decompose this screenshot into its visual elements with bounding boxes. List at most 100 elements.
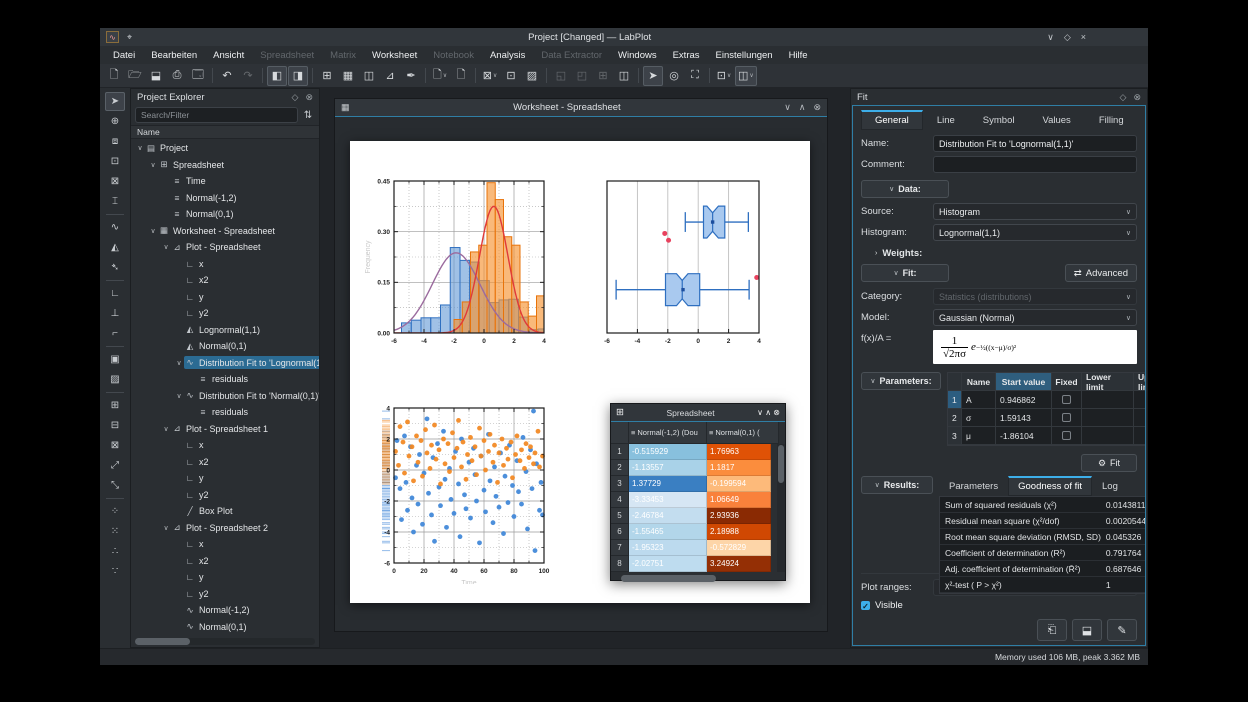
tree-item-x[interactable]: ∟x	[131, 256, 319, 273]
fixed-checkbox[interactable]	[1062, 431, 1071, 440]
add-axis-ticks-tool[interactable]: ⊥	[105, 304, 125, 323]
parameters-table[interactable]: NameStart valueFixedLower limitUpper lim…	[947, 372, 1146, 446]
cell-value[interactable]: -0.515929	[629, 444, 707, 460]
param-lower-limit[interactable]	[1082, 391, 1134, 408]
new-project-button[interactable]: 🗋	[104, 66, 124, 86]
cell-value[interactable]: -3.33453	[629, 492, 707, 508]
tab-filling[interactable]: Filling	[1085, 110, 1138, 130]
menu-worksheet[interactable]: Worksheet	[365, 48, 424, 63]
advanced-button[interactable]: ⇄Advanced	[1065, 264, 1137, 282]
menu-data-extractor[interactable]: Data Extractor	[534, 48, 609, 63]
cell-value[interactable]: 1.06649	[707, 492, 771, 508]
tab-general[interactable]: General	[861, 110, 923, 130]
tab-values[interactable]: Values	[1028, 110, 1084, 130]
layout-1-button[interactable]: ◱	[551, 66, 571, 86]
print-preview-button[interactable]: 🗔	[188, 66, 208, 86]
cell-value[interactable]: 3.24924	[707, 556, 771, 572]
param-fixed[interactable]	[1052, 427, 1082, 444]
tree-item-residuals[interactable]: ≡residuals	[131, 404, 319, 421]
subwindow-close-icon[interactable]: ⊗	[773, 408, 780, 417]
tree-item-plot-spreadsheet-1[interactable]: ∨⊿Plot - Spreadsheet 1	[131, 421, 319, 438]
add-fit-curve-tool[interactable]: ➴	[105, 258, 125, 277]
subwindow-close-icon[interactable]: ⊗	[813, 102, 821, 113]
tree-item-y2[interactable]: ∟y2	[131, 305, 319, 322]
print-button[interactable]: ⎙	[167, 66, 187, 86]
window-maximize-icon[interactable]: ◇	[1064, 32, 1071, 43]
save-button[interactable]: ⬓	[1072, 619, 1102, 641]
add-text-label-tool[interactable]: ▣	[105, 350, 125, 369]
cell-value[interactable]: 1.37729	[629, 476, 707, 492]
search-input[interactable]: Search/Filter	[135, 107, 298, 123]
tree-item-project[interactable]: ∨▤Project	[131, 140, 319, 157]
tree-item-normal-0-1[interactable]: ∿Normal(0,1)	[131, 619, 319, 636]
magnify-button[interactable]: ⊡∨	[714, 66, 734, 86]
tree-item-plot-spreadsheet[interactable]: ∨⊿Plot - Spreadsheet	[131, 239, 319, 256]
results-tab-log[interactable]: Log	[1092, 476, 1128, 496]
tree-item-spreadsheet[interactable]: ∨⊞Spreadsheet	[131, 157, 319, 174]
zoom-origin-tool[interactable]: ⊠	[105, 436, 125, 455]
filter-options-icon[interactable]: ⇅	[301, 110, 315, 121]
zoom-mode-button[interactable]: ⊠∨	[480, 66, 500, 86]
menu-notebook[interactable]: Notebook	[426, 48, 481, 63]
tree-item-normal-0-1[interactable]: ≡Normal(0,1)	[131, 206, 319, 223]
zoom-in-tool[interactable]: ⊞	[105, 396, 125, 415]
tree-item-y2[interactable]: ∟y2	[131, 487, 319, 504]
zoom-y-select-tool[interactable]: ⊠	[105, 172, 125, 191]
tree-item-y[interactable]: ∟y	[131, 569, 319, 586]
dock-close-icon[interactable]: ⊗	[305, 92, 313, 103]
scatter-plot[interactable]: 020406080100-6-4-2024Time	[360, 402, 552, 584]
cell-value[interactable]: -1.13557	[629, 460, 707, 476]
param-upper-limit[interactable]	[1134, 391, 1146, 408]
fit-page-button[interactable]: ⊡	[501, 66, 521, 86]
layout-break-button[interactable]: ◫	[614, 66, 634, 86]
param-start-value[interactable]: 1.59143	[996, 409, 1052, 426]
new-workbook-button[interactable]: ◫	[359, 66, 379, 86]
parameters-section-button[interactable]: ∨Parameters:	[861, 372, 941, 390]
tree-item-lognormal-1-1[interactable]: ◭Lognormal(1,1)	[131, 322, 319, 339]
zoom-out-tool[interactable]: ⊟	[105, 416, 125, 435]
crosshair-tool[interactable]: ⊕	[105, 112, 125, 131]
toggle-project-explorer-button[interactable]: ◧	[267, 66, 287, 86]
new-datapicker-button[interactable]: ⊿	[380, 66, 400, 86]
navigate-tool[interactable]: ➤	[105, 92, 125, 111]
category-select[interactable]: Statistics (distributions)∨	[933, 288, 1137, 305]
cell-value[interactable]: -1.95323	[629, 540, 707, 556]
fixed-checkbox[interactable]	[1062, 413, 1071, 422]
distribute-horizontal-tool[interactable]: ∴	[105, 542, 125, 561]
zoom-select-tool[interactable]: ⧈	[105, 132, 125, 151]
zoom-fit-selection-tool[interactable]: ⤢	[105, 456, 125, 475]
param-fixed[interactable]	[1052, 409, 1082, 426]
worksheet-window-titlebar[interactable]: ▦ Worksheet - Spreadsheet ∨ ∧ ⊗	[335, 99, 827, 117]
align-horizontal-tool[interactable]: ⁘	[105, 502, 125, 521]
param-fixed[interactable]	[1052, 391, 1082, 408]
tree-item-y[interactable]: ∟y	[131, 289, 319, 306]
histogram-select[interactable]: Lognormal(1,1)∨	[933, 224, 1137, 241]
name-field[interactable]: Distribution Fit to 'Lognormal(1,1)'	[933, 135, 1137, 152]
data-section-button[interactable]: ∨Data:	[861, 180, 949, 198]
dock-float-icon[interactable]: ◇	[292, 92, 299, 103]
add-axis-plain-tool[interactable]: ⌐	[105, 324, 125, 343]
menu-windows[interactable]: Windows	[611, 48, 664, 63]
cell-value[interactable]: -1.55465	[629, 524, 707, 540]
column-header-1[interactable]: ≡Normal(-1,2) (Dou	[629, 422, 707, 444]
param-upper-limit[interactable]	[1134, 409, 1146, 426]
tree-item-residuals[interactable]: ≡residuals	[131, 371, 319, 388]
tree-item-normal-1-2[interactable]: ≡Normal(-1,2)	[131, 190, 319, 207]
param-lower-limit[interactable]	[1082, 427, 1134, 444]
spreadsheet-window[interactable]: ⊞ Spreadsheet ∨ ∧ ⊗ ≡Normal(-1,2) (Dou≡N…	[610, 403, 786, 581]
tree-item-box-plot[interactable]: ╱Box Plot	[131, 503, 319, 520]
cell-value[interactable]: -2.02751	[629, 556, 707, 572]
model-select[interactable]: Gaussian (Normal)∨	[933, 309, 1137, 326]
toggle-properties-explorer-button[interactable]: ◨	[288, 66, 308, 86]
window-minimize-icon[interactable]: ∨	[1047, 32, 1054, 43]
fit-section-button[interactable]: ∨Fit:	[861, 264, 949, 282]
tree-item-x2[interactable]: ∟x2	[131, 272, 319, 289]
pan-mode-button[interactable]: ◎	[664, 66, 684, 86]
dock-close-icon[interactable]: ⊗	[1133, 92, 1141, 103]
param-start-value[interactable]: 0.946862	[996, 391, 1052, 408]
tree-item-plot-spreadsheet-2[interactable]: ∨⊿Plot - Spreadsheet 2	[131, 520, 319, 537]
add-histogram-tool[interactable]: ◭	[105, 238, 125, 257]
run-fit-button[interactable]: ⚙Fit	[1081, 454, 1137, 472]
tab-line[interactable]: Line	[923, 110, 969, 130]
export-button[interactable]: ⎗	[1037, 619, 1067, 641]
